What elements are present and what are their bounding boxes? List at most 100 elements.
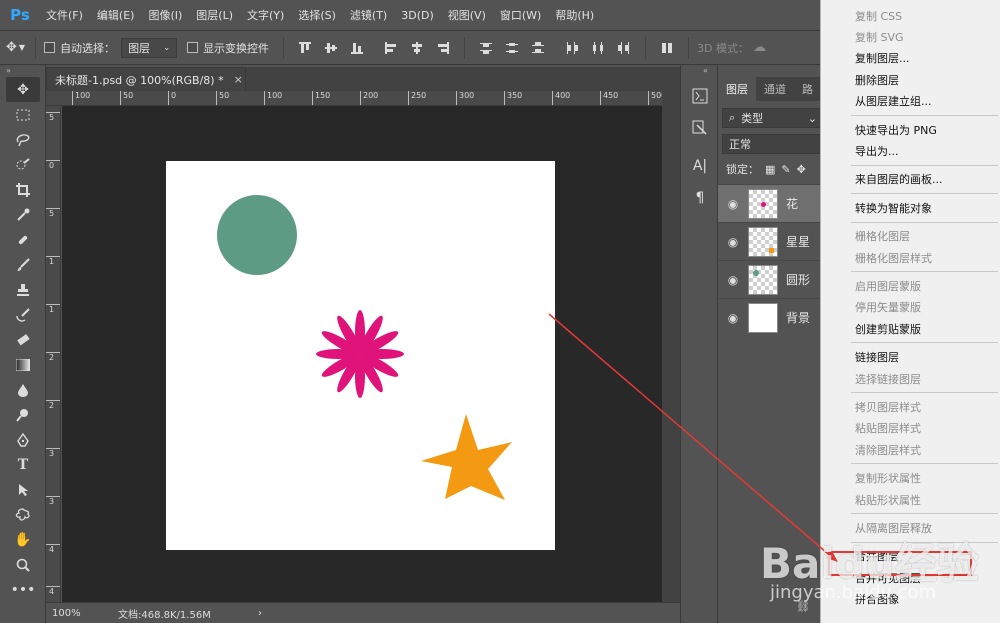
ruler-tick: 2: [46, 400, 60, 410]
auto-select-checkbox[interactable]: [44, 42, 56, 53]
marquee-tool-icon[interactable]: [6, 102, 40, 127]
watermark-url: jingyan.baidu.com: [770, 582, 937, 603]
close-icon[interactable]: ×: [234, 73, 243, 86]
tab-layers[interactable]: 图层: [718, 77, 756, 101]
menu-item[interactable]: 链接图层: [821, 346, 1000, 367]
menu-window[interactable]: 窗口(W): [500, 7, 541, 23]
menu-item[interactable]: 快速导出为 PNG: [821, 119, 1000, 140]
chevron-right-icon[interactable]: ›: [258, 608, 262, 619]
blur-tool-icon[interactable]: [6, 377, 40, 402]
dodge-tool-icon[interactable]: [6, 402, 40, 427]
type-tool-icon[interactable]: T: [6, 452, 40, 477]
more-tools-icon[interactable]: •••: [6, 577, 40, 602]
menu-layer[interactable]: 图层(L): [196, 7, 233, 23]
lasso-tool-icon[interactable]: [6, 127, 40, 152]
menu-item[interactable]: 删除图层: [821, 69, 1000, 90]
eye-icon[interactable]: ◉: [718, 197, 748, 211]
history-panel-icon[interactable]: [687, 83, 713, 109]
star-shape[interactable]: [421, 414, 512, 500]
brush-tool-icon[interactable]: [6, 252, 40, 277]
crop-tool-icon[interactable]: [6, 177, 40, 202]
lock-paint-icon[interactable]: ✎: [781, 163, 790, 176]
healing-brush-tool-icon[interactable]: [6, 227, 40, 252]
history-brush-tool-icon[interactable]: [6, 302, 40, 327]
separator: [688, 36, 690, 59]
align-hcenter-icon[interactable]: [410, 41, 424, 55]
zoom-tool-icon[interactable]: [6, 552, 40, 577]
flower-shape[interactable]: [316, 310, 404, 398]
menu-help[interactable]: 帮助(H): [555, 7, 594, 23]
menu-select[interactable]: 选择(S): [298, 7, 336, 23]
gradient-tool-icon[interactable]: [6, 352, 40, 377]
align-vcenter-icon[interactable]: [324, 41, 338, 55]
document-canvas[interactable]: [166, 161, 555, 550]
align-bottom-icon[interactable]: [350, 41, 364, 55]
eye-icon[interactable]: ◉: [718, 273, 748, 287]
menu-item[interactable]: 转换为智能对象: [821, 197, 1000, 218]
doc-info[interactable]: 文档:468.8K/1.56M: [118, 606, 258, 621]
chevron-down-icon[interactable]: ▼: [19, 43, 25, 52]
eye-icon[interactable]: ◉: [718, 311, 748, 325]
ruler-tick: 5: [46, 112, 60, 122]
clone-stamp-tool-icon[interactable]: [6, 277, 40, 302]
move-tool-icon[interactable]: ✥: [6, 77, 40, 102]
tab-channels[interactable]: 通道: [756, 77, 794, 101]
show-transform-checkbox[interactable]: [187, 42, 199, 53]
align-left-icon[interactable]: [384, 41, 398, 55]
custom-shape-tool-icon[interactable]: [6, 502, 40, 527]
menu-item: 栅格化图层: [855, 230, 910, 244]
align-top-icon[interactable]: [298, 41, 312, 55]
collapse-icon[interactable]: «: [681, 65, 717, 77]
circle-shape[interactable]: [217, 195, 297, 275]
distribute-bottom-icon[interactable]: [531, 41, 545, 55]
menu-image[interactable]: 图像(I): [148, 7, 182, 23]
character-panel-icon[interactable]: A|: [687, 153, 713, 179]
3d-rotate-icon[interactable]: ☁: [753, 40, 766, 55]
menu-item[interactable]: 来自图层的画板...: [821, 169, 1000, 190]
layer-row-flower[interactable]: ◉ 花: [718, 184, 828, 222]
menu-type[interactable]: 文字(Y): [247, 7, 284, 23]
layer-filter-dropdown[interactable]: ⌕ 类型 ⌄: [722, 108, 824, 128]
tab-paths[interactable]: 路: [794, 77, 821, 101]
move-tool-icon[interactable]: ✥: [6, 40, 17, 55]
menu-item[interactable]: 创建剪贴蒙版: [821, 318, 1000, 339]
document-tab[interactable]: 未标题-1.psd @ 100%(RGB/8) * ×: [46, 67, 246, 91]
blend-mode-dropdown[interactable]: 正常: [722, 134, 824, 154]
auto-align-icon[interactable]: [660, 41, 674, 55]
menu-3d[interactable]: 3D(D): [401, 9, 434, 22]
vertical-scrollbar[interactable]: [662, 91, 680, 602]
distribute-left-icon[interactable]: [565, 41, 579, 55]
layer-row-background[interactable]: ◉ 背景: [718, 298, 828, 336]
hand-tool-icon[interactable]: ✋: [6, 527, 40, 552]
properties-panel-icon[interactable]: [687, 115, 713, 141]
menu-item[interactable]: 复制图层...: [821, 48, 1000, 69]
menu-file[interactable]: 文件(F): [46, 7, 83, 23]
menu-view[interactable]: 视图(V): [448, 7, 486, 23]
collapse-icon[interactable]: »: [0, 65, 45, 77]
menu-item[interactable]: 导出为...: [821, 140, 1000, 161]
paragraph-panel-icon[interactable]: ¶: [687, 185, 713, 211]
pen-tool-icon[interactable]: [6, 427, 40, 452]
menu-edit[interactable]: 编辑(E): [97, 7, 135, 23]
eraser-tool-icon[interactable]: [6, 327, 40, 352]
eye-icon[interactable]: ◉: [718, 235, 748, 249]
quick-select-tool-icon[interactable]: [6, 152, 40, 177]
align-right-icon[interactable]: [436, 41, 450, 55]
zoom-level[interactable]: 100%: [46, 608, 118, 619]
lock-transparency-icon[interactable]: ▦: [765, 163, 775, 176]
lock-position-icon[interactable]: ✥: [797, 163, 806, 176]
layer-row-star[interactable]: ◉ 星星: [718, 222, 828, 260]
menu-separator: [851, 513, 998, 515]
distribute-vcenter-icon[interactable]: [505, 41, 519, 55]
menu-item[interactable]: 从图层建立组...: [821, 91, 1000, 112]
eyedropper-tool-icon[interactable]: [6, 202, 40, 227]
ruler-tick: 3: [46, 496, 60, 506]
collapse-icon[interactable]: [718, 65, 828, 77]
layer-row-circle[interactable]: ◉ 圆形: [718, 260, 828, 298]
auto-select-dropdown[interactable]: 图层 ⌄: [121, 37, 178, 58]
distribute-hcenter-icon[interactable]: [591, 41, 605, 55]
path-select-tool-icon[interactable]: [6, 477, 40, 502]
distribute-right-icon[interactable]: [617, 41, 631, 55]
menu-filter[interactable]: 滤镜(T): [350, 7, 387, 23]
distribute-top-icon[interactable]: [479, 41, 493, 55]
